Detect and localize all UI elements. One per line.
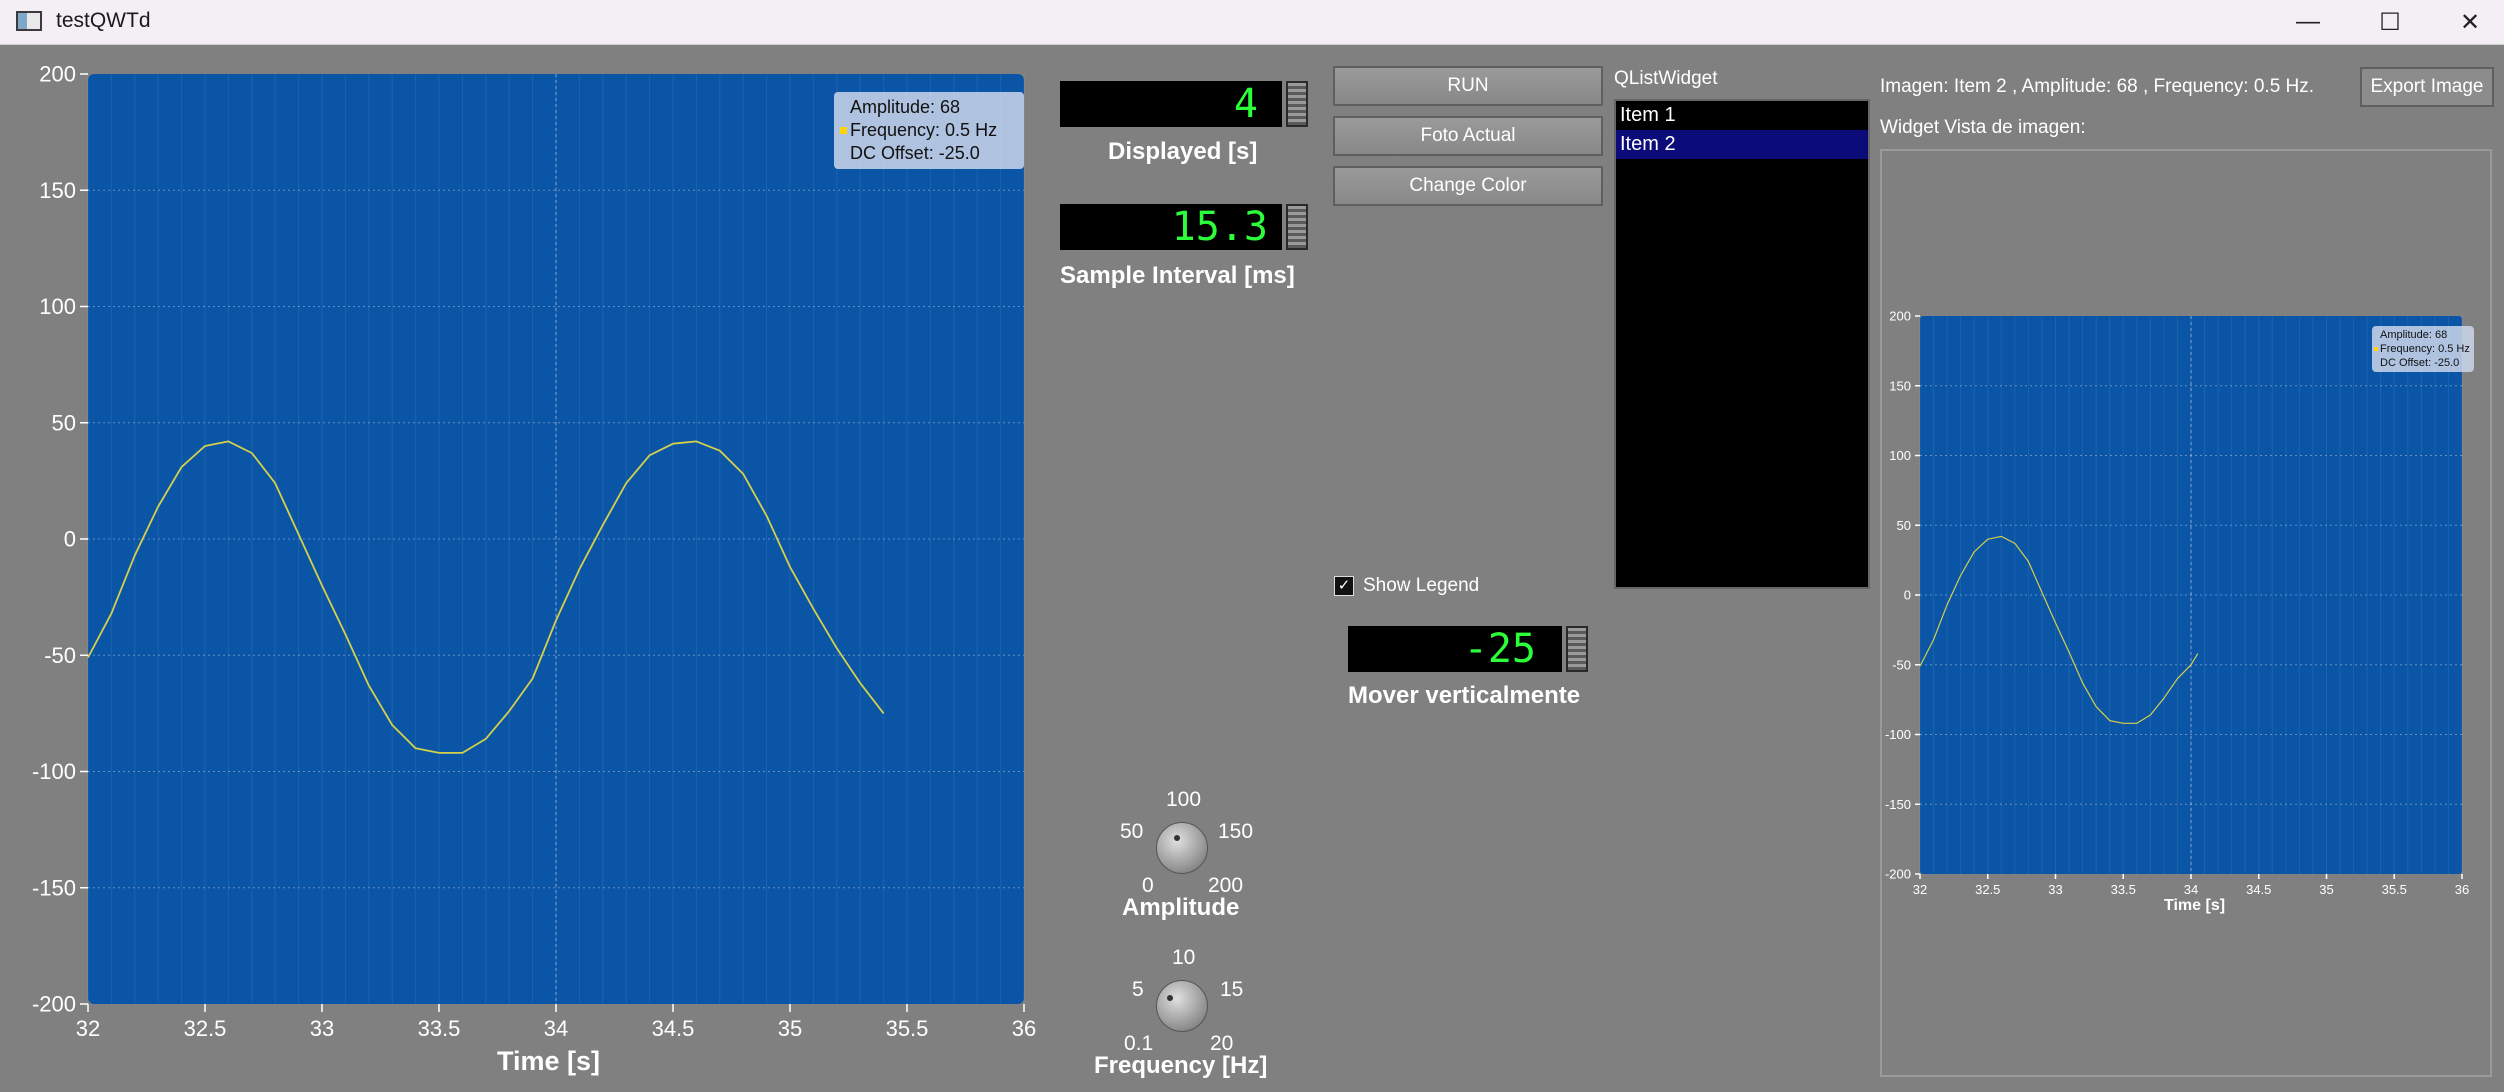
y-tick-label: 200 [39, 62, 76, 87]
y-tick-label: 200 [1889, 309, 1911, 324]
displayed-label: Displayed [s] [1108, 138, 1258, 165]
window-title: testQWTd [56, 9, 151, 32]
amp-scale-100: 100 [1166, 788, 1202, 811]
frequency-label: Frequency [Hz] [1094, 1052, 1268, 1079]
frequency-knob[interactable] [1156, 980, 1208, 1032]
y-tick-label: 50 [1897, 518, 1911, 533]
preview-legend-marker-icon [2374, 347, 2378, 351]
sample-interval-lcd: 15.3 [1060, 204, 1282, 250]
freq-scale-15: 15 [1220, 978, 1244, 1001]
x-tick-label: 34 [544, 1016, 568, 1041]
preview-plot-svg: 200 150 100 50 0 -50 -100 -150 -20032 32.5 33 33.5 3… [1885, 309, 2469, 897]
foto-actual-button[interactable]: Foto Actual [1333, 116, 1603, 156]
app-icon [16, 11, 42, 31]
y-tick-label: 100 [1889, 448, 1911, 463]
x-tick-label: 35 [778, 1016, 802, 1041]
x-tick-label: 34 [2184, 882, 2198, 897]
y-tick-label: -50 [1892, 657, 1911, 672]
y-tick-label: -150 [1885, 797, 1911, 812]
preview-legend-amplitude: Amplitude: 68 [2380, 329, 2448, 341]
sample-interval-label: Sample Interval [ms] [1060, 262, 1295, 289]
x-tick-label: 32 [76, 1016, 100, 1041]
x-tick-label: 32 [1913, 882, 1927, 897]
main-plot: 200 150 100 50 0 -50 -100 -150 -200 32 32.5 33 33.5 3… [0, 50, 1050, 1092]
list-widget-title: QListWidget [1614, 68, 1718, 89]
y-tick-label: -150 [32, 875, 76, 900]
y-tick-label: 0 [1904, 588, 1911, 603]
legend-marker-icon [840, 127, 847, 134]
freq-scale-5: 5 [1132, 978, 1144, 1001]
legend-frequency: Frequency: 0.5 Hz [850, 120, 998, 140]
main-plot-x-title: Time [s] [497, 1046, 601, 1076]
x-tick-label: 35.5 [886, 1016, 929, 1041]
x-tick-label: 32.5 [1975, 882, 2000, 897]
vertical-offset-spin[interactable] [1566, 626, 1588, 672]
title-bar: testQWTd — ☐ ✕ [0, 0, 2504, 45]
show-legend-label: Show Legend [1363, 575, 1480, 596]
y-tick-label: -50 [44, 643, 76, 668]
x-tick-label: 33 [310, 1016, 334, 1041]
amp-scale-50: 50 [1120, 820, 1144, 843]
x-tick-label: 33.5 [2111, 882, 2136, 897]
y-tick-label: 100 [39, 294, 76, 319]
frequency-knob-indicator [1167, 995, 1173, 1001]
legend-frequency-row: Frequency: 0.5 Hz [840, 119, 1024, 142]
displayed-spin[interactable] [1286, 81, 1308, 127]
y-tick-label: -100 [1885, 727, 1911, 742]
amplitude-knob[interactable] [1156, 822, 1208, 874]
x-tick-label: 32.5 [184, 1016, 227, 1041]
export-image-button[interactable]: Export Image [2360, 67, 2494, 107]
y-tick-label: 150 [1889, 378, 1911, 393]
preview-legend-dc-offset: DC Offset: -25.0 [2380, 357, 2460, 369]
vertical-offset-label: Mover verticalmente [1348, 682, 1581, 709]
y-tick-label: -100 [32, 759, 76, 784]
amp-scale-150: 150 [1218, 820, 1254, 843]
y-tick-label: 0 [64, 527, 76, 552]
x-tick-label: 33 [2048, 882, 2062, 897]
x-tick-label: 36 [2455, 882, 2469, 897]
main-plot-svg: 200 150 100 50 0 -50 -100 -150 -20032 32.5 33 33.5 3… [32, 62, 1036, 1041]
preview-plot: 200 150 100 50 0 -50 -100 -150 -200 32 32.5 33 33.5 3… [1880, 300, 2492, 930]
x-tick-label: 34.5 [2246, 882, 2271, 897]
list-item-selected[interactable]: Item 2 [1616, 130, 1868, 159]
minimize-button[interactable]: — [2268, 0, 2348, 44]
preview-legend-frequency-row: Frequency: 0.5 Hz [2374, 342, 2474, 356]
amplitude-knob-indicator [1174, 835, 1180, 841]
list-item[interactable]: Item 1 [1616, 101, 1868, 130]
maximize-button[interactable]: ☐ [2350, 0, 2430, 44]
y-tick-label: 50 [52, 410, 76, 435]
y-tick-label: 150 [39, 178, 76, 203]
x-tick-label: 34.5 [652, 1016, 695, 1041]
sample-interval-spin[interactable] [1286, 204, 1308, 250]
preview-label: Widget Vista de imagen: [1880, 117, 2086, 138]
x-tick-label: 33.5 [418, 1016, 461, 1041]
amplitude-label: Amplitude [1122, 894, 1240, 921]
run-button[interactable]: RUN [1333, 66, 1603, 106]
preview-plot-x-title: Time [s] [2164, 897, 2226, 914]
x-tick-label: 35.5 [2382, 882, 2407, 897]
change-color-button[interactable]: Change Color [1333, 166, 1603, 206]
y-tick-label: -200 [32, 992, 76, 1017]
x-tick-label: 35 [2319, 882, 2333, 897]
legend-amplitude: Amplitude: 68 [850, 97, 961, 117]
image-info-text: Imagen: Item 2 , Amplitude: 68 , Frequen… [1880, 76, 2315, 97]
show-legend-checkbox[interactable]: ✓ [1334, 576, 1354, 596]
preview-legend-frequency: Frequency: 0.5 Hz [2380, 343, 2470, 355]
main-plot-legend: Amplitude: 68 Frequency: 0.5 Hz DC Offse… [834, 92, 1024, 169]
freq-scale-10: 10 [1172, 946, 1196, 969]
vertical-offset-lcd: -25 [1348, 626, 1562, 672]
displayed-lcd: 4 [1060, 81, 1282, 127]
close-button[interactable]: ✕ [2430, 0, 2504, 44]
x-tick-label: 36 [1012, 1016, 1036, 1041]
preview-plot-legend: Amplitude: 68 Frequency: 0.5 Hz DC Offse… [2372, 326, 2474, 372]
list-widget[interactable]: Item 1 Item 2 [1614, 99, 1870, 589]
legend-dc-offset: DC Offset: -25.0 [850, 143, 980, 163]
y-tick-label: -200 [1885, 867, 1911, 882]
